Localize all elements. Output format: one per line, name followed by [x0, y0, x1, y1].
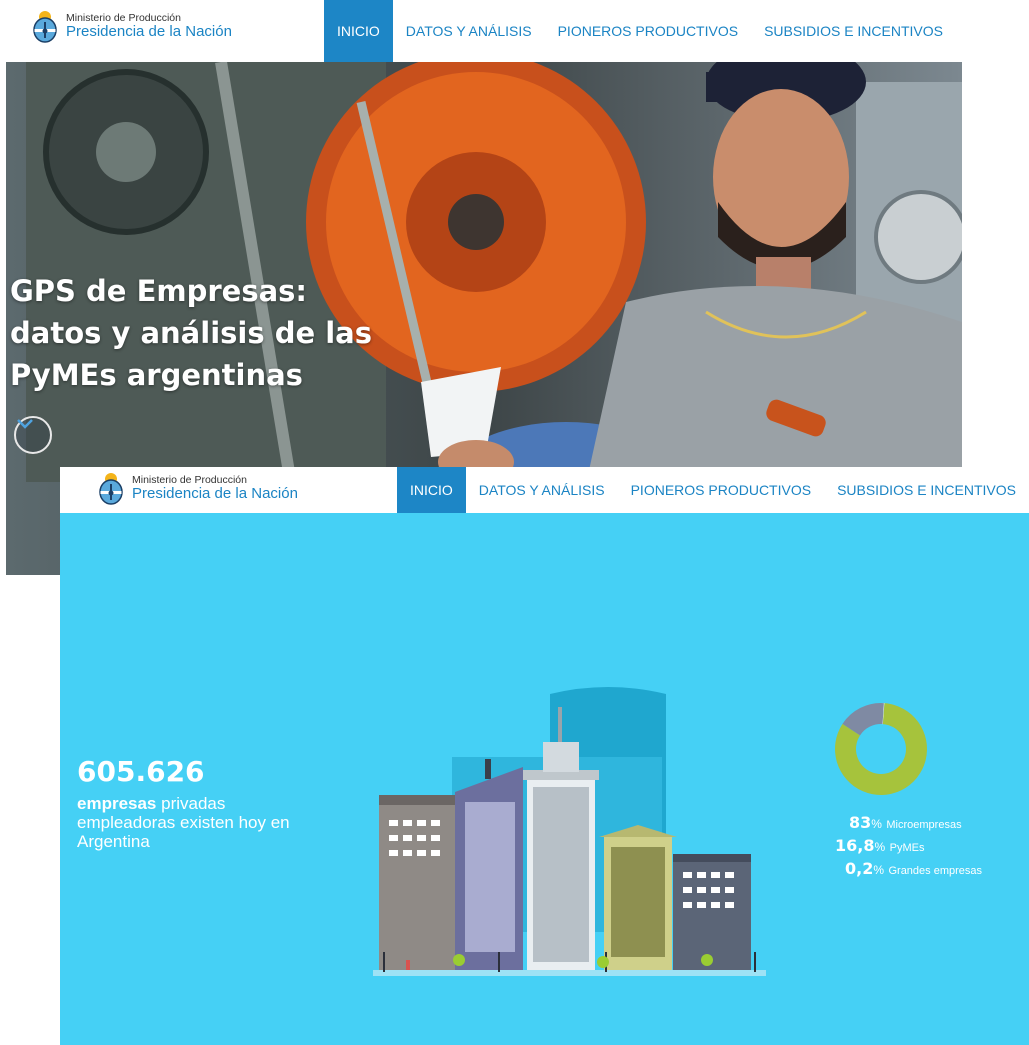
- pct-sign: %: [871, 817, 882, 831]
- pct-label: PyMEs: [889, 842, 925, 854]
- ministry-logo[interactable]: Ministerio de Producción Presidencia de …: [98, 471, 298, 505]
- ministry-logo[interactable]: Ministerio de Producción Presidencia de …: [32, 9, 232, 43]
- legend-grandes-empresas: 0,2% Grandes empresas: [845, 859, 982, 879]
- nav-item-pioneros-productivos[interactable]: PIONEROS PRODUCTIVOS: [545, 0, 751, 62]
- presidency-name: Presidencia de la Nación: [66, 22, 232, 40]
- coat-of-arms-icon: [99, 473, 123, 505]
- chevron-down-icon: [17, 419, 33, 429]
- pct-value: 16,8: [835, 836, 875, 855]
- nav-item-datos-y-analisis[interactable]: DATOS Y ANÁLISIS: [466, 467, 618, 513]
- pct-label: Microempresas: [886, 819, 962, 831]
- nav-item-subsidios-e-incentivos[interactable]: SUBSIDIOS E INCENTIVOS: [824, 467, 1029, 513]
- company-size-donut-chart: [835, 703, 927, 795]
- hero-title-line: PyMEs argentinas: [10, 358, 303, 392]
- presidency-name: Presidencia de la Nación: [132, 484, 298, 502]
- legend-pymes: 16,8% PyMEs: [835, 836, 924, 856]
- company-count-description: empresas privadas empleadoras existen ho…: [77, 794, 297, 851]
- pct-value: 0,2: [845, 859, 874, 878]
- hero-title-line: datos y análisis de las: [10, 316, 372, 350]
- nav-item-inicio[interactable]: INICIO: [397, 467, 466, 513]
- hero-title-line: GPS de Empresas:: [10, 274, 308, 308]
- pct-label: Grandes empresas: [888, 865, 983, 877]
- main-nav: INICIO DATOS Y ANÁLISIS PIONEROS PRODUCT…: [324, 0, 956, 62]
- donut-slices: [835, 703, 927, 795]
- infographic-screenshot: Ministerio de Producción Presidencia de …: [60, 467, 1029, 1045]
- pct-value: 83: [849, 813, 872, 832]
- stat-emphasis: empresas: [77, 794, 157, 813]
- nav-item-datos-y-analisis[interactable]: DATOS Y ANÁLISIS: [393, 0, 545, 62]
- header: Ministerio de Producción Presidencia de …: [60, 467, 1029, 513]
- legend-microempresas: 83% Microempresas: [849, 813, 962, 833]
- nav-item-pioneros-productivos[interactable]: PIONEROS PRODUCTIVOS: [618, 467, 824, 513]
- main-nav: INICIO DATOS Y ANÁLISIS PIONEROS PRODUCT…: [397, 467, 1029, 513]
- nav-item-inicio[interactable]: INICIO: [324, 0, 393, 62]
- ministry-name: Ministerio de Producción: [132, 473, 247, 486]
- pct-sign: %: [874, 840, 886, 854]
- hero-title: GPS de Empresas: datos y análisis de las…: [10, 270, 430, 396]
- ministry-name: Ministerio de Producción: [66, 11, 181, 24]
- header: Ministerio de Producción Presidencia de …: [6, 0, 962, 62]
- company-count: 605.626: [77, 755, 205, 788]
- coat-of-arms-icon: [33, 11, 57, 43]
- nav-item-subsidios-e-incentivos[interactable]: SUBSIDIOS E INCENTIVOS: [751, 0, 956, 62]
- city-buildings-illustration: [373, 687, 766, 976]
- pct-sign: %: [873, 863, 885, 877]
- scroll-down-button[interactable]: [14, 416, 52, 454]
